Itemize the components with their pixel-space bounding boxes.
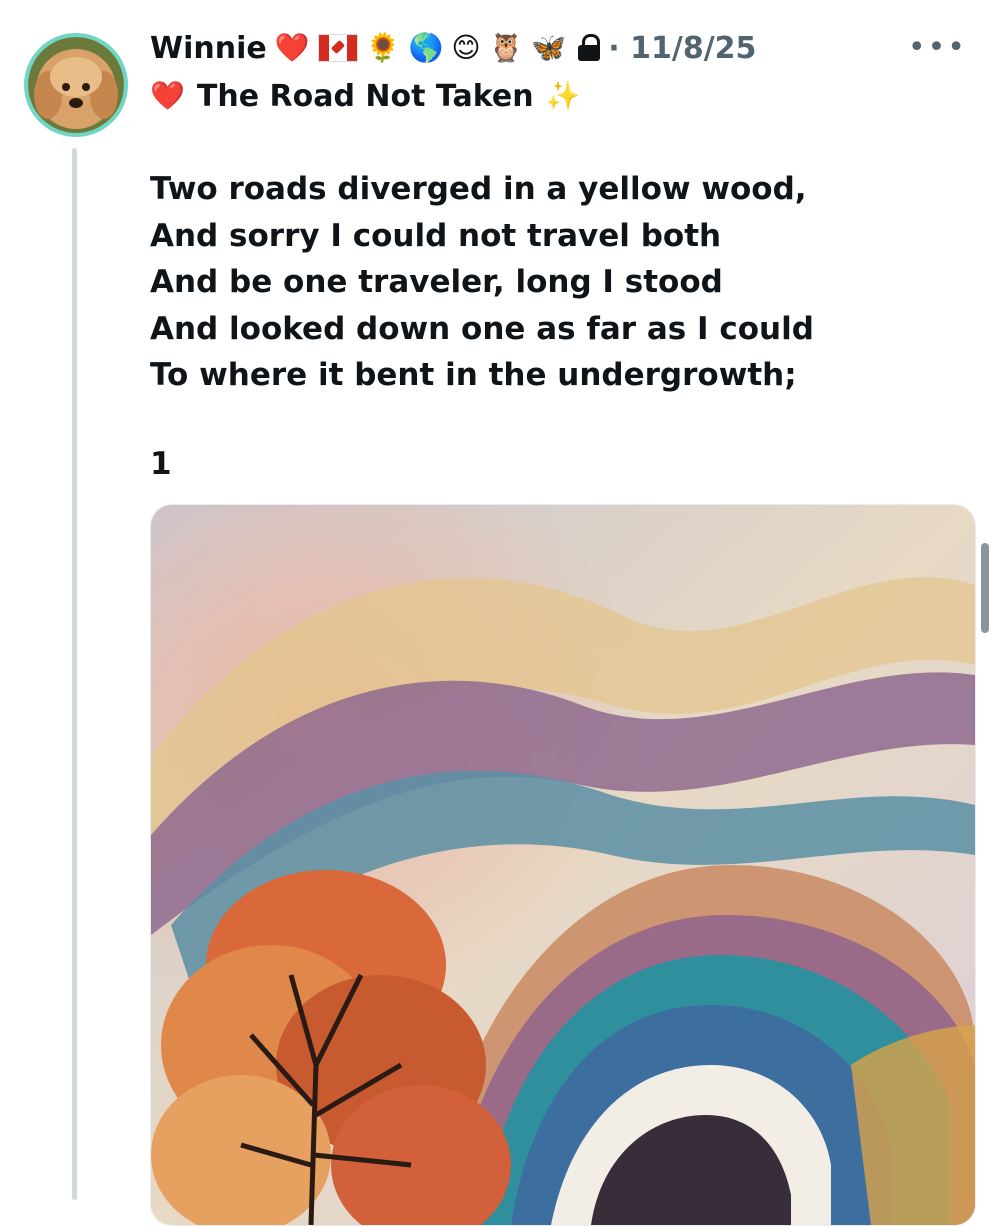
poem-line: And looked down one as far as I could xyxy=(150,310,814,347)
poem-line: Two roads diverged in a yellow wood, xyxy=(150,171,807,207)
page-number: 1 xyxy=(150,446,172,482)
poem-line: And sorry I could not travel both xyxy=(150,217,722,254)
heart-emoji: ❤️ xyxy=(274,31,310,64)
post-image[interactable] xyxy=(150,504,976,1226)
owl-emoji: 🦉 xyxy=(488,31,524,64)
poem-line: And be one traveler, long I stood xyxy=(150,264,723,300)
thread-line xyxy=(72,148,77,1200)
author-name[interactable]: Winnie xyxy=(150,31,267,66)
sunflower-emoji: 🌻 xyxy=(365,31,401,64)
poem-line: To where it bent in the undergrowth; xyxy=(150,357,797,393)
dog-avatar-image xyxy=(28,37,124,133)
butterfly-emoji: 🦋 xyxy=(531,31,567,64)
post-title-line: ❤️ The Road Not Taken ✨ xyxy=(150,74,580,118)
painting-image xyxy=(151,505,975,1225)
globe-emoji: 🌎 xyxy=(408,31,444,64)
post-header: Winnie ❤️ 🌻 🌎 😊 🦉 🦋 · 11/8/25 xyxy=(150,26,910,70)
heart-emoji: ❤️ xyxy=(150,79,185,112)
post-title: The Road Not Taken xyxy=(196,78,534,114)
canada-flag-icon xyxy=(317,34,358,62)
avatar[interactable] xyxy=(24,33,128,137)
sparkles-emoji: ✨ xyxy=(545,79,581,112)
poem-text: Two roads diverged in a yellow wood, And… xyxy=(150,166,930,399)
more-options-button[interactable]: ••• xyxy=(908,30,967,65)
smile-emoji: 😊 xyxy=(451,31,481,64)
scrollbar[interactable] xyxy=(981,543,989,633)
lock-icon xyxy=(578,34,601,62)
post-date[interactable]: · 11/8/25 xyxy=(608,31,756,66)
